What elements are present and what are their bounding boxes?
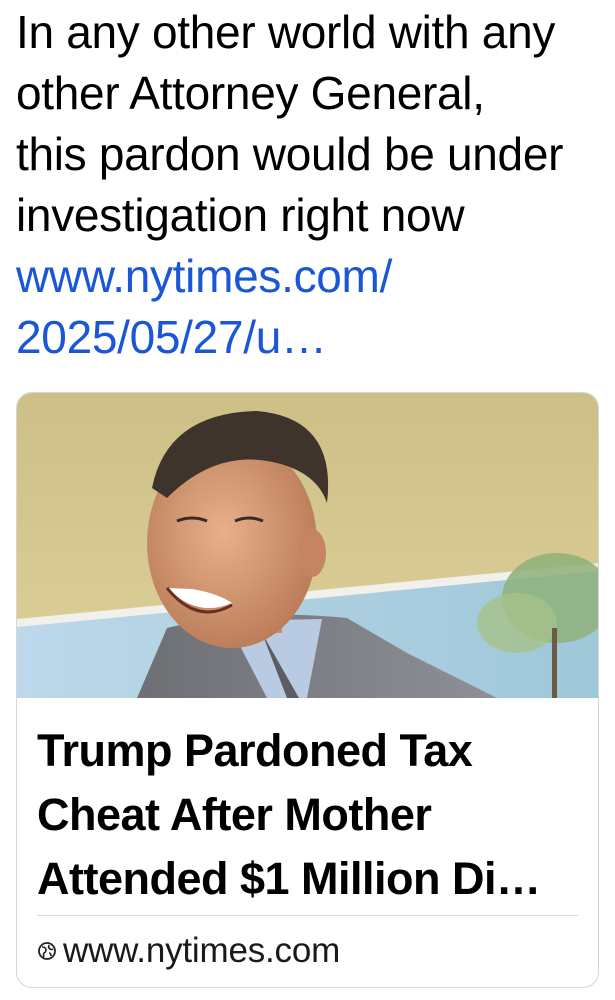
title-line: Trump Pardoned Tax [37, 725, 473, 776]
post-text-line: investigation right now [16, 189, 465, 241]
post-text-line: In any other world with any [16, 6, 556, 58]
post-body: In any other world with any other Attorn… [16, 2, 606, 368]
post-link[interactable]: www.nytimes.com/ [16, 246, 606, 307]
title-line: Cheat After Mother [37, 789, 432, 840]
post-link[interactable]: 2025/05/27/u… [16, 307, 606, 368]
globe-icon [38, 942, 56, 960]
post-text-line: other Attorney General, [16, 67, 485, 119]
domain-text: www.nytimes.com [63, 931, 341, 970]
link-preview-title: Trump Pardoned Tax Cheat After Mother At… [37, 719, 582, 911]
link-preview-card[interactable]: Trump Pardoned Tax Cheat After Mother At… [16, 392, 599, 988]
post-link-line: www.nytimes.com/ [16, 250, 393, 302]
card-divider [37, 915, 578, 916]
link-preview-image [17, 393, 598, 698]
title-line: Attended $1 Million Di… [37, 853, 541, 904]
link-preview-domain: www.nytimes.com [37, 927, 340, 975]
post-link-line: 2025/05/27/u… [16, 311, 327, 363]
post-text-line: this pardon would be under [16, 128, 564, 180]
